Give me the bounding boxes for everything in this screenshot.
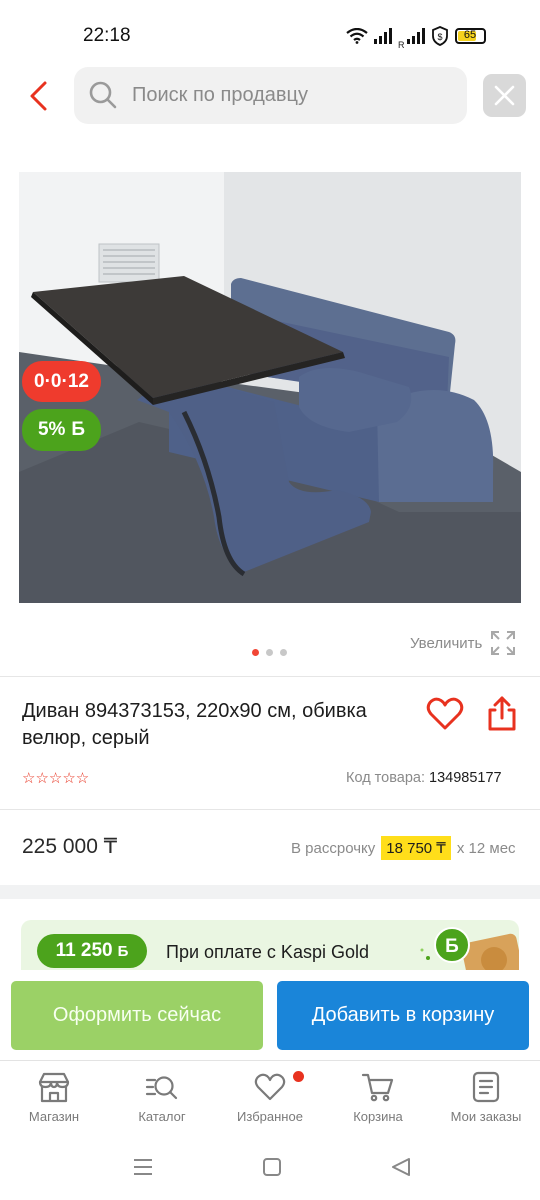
installment-prefix: В рассрочку (291, 839, 376, 857)
promo-bonus-symbol: Б (117, 942, 129, 960)
status-icons: R $ 65 (346, 22, 486, 50)
section-separator (0, 885, 540, 899)
tab-favorites[interactable]: Избранное (220, 1071, 320, 1124)
product-sku: Код товара: 134985177 (346, 770, 502, 786)
home-icon[interactable] (262, 1157, 282, 1177)
installment-badge: 0·0·12 (22, 361, 101, 402)
notification-dot (293, 1071, 304, 1082)
installment-monthly: 18 750 ₸ (381, 836, 451, 860)
heart-icon (426, 697, 464, 730)
close-icon (494, 85, 515, 106)
tab-label: Магазин (28, 1109, 80, 1124)
buy-now-button[interactable]: Оформить сейчас (11, 981, 263, 1050)
favorite-button[interactable] (425, 694, 465, 734)
share-icon (488, 696, 516, 731)
tab-catalog[interactable]: Каталог (112, 1071, 212, 1124)
divider (0, 809, 540, 810)
add-to-cart-button[interactable]: Добавить в корзину (277, 981, 529, 1050)
wifi-icon (346, 28, 368, 44)
zoom-label: Увеличить (410, 634, 483, 652)
tab-label: Корзина (353, 1109, 403, 1124)
rating-stars: ☆☆☆☆☆ (22, 770, 90, 787)
back-button[interactable] (20, 76, 60, 116)
installment-suffix: x 12 мес (456, 839, 516, 857)
close-button[interactable] (483, 74, 526, 117)
status-time: 22:18 (83, 25, 131, 46)
zoom-link[interactable]: Увеличить (410, 630, 516, 656)
status-bar: 22:18 R $ 65 (0, 0, 540, 62)
gallery-pager (252, 649, 287, 656)
pager-dot (266, 649, 273, 656)
battery-level: 65 (463, 29, 477, 41)
pager-dot (252, 649, 259, 656)
search-icon (89, 81, 117, 109)
expand-icon (491, 631, 516, 655)
search-box[interactable] (74, 67, 467, 124)
battery-icon: 65 (454, 28, 486, 44)
product-title: Диван 894373153, 220x90 см, обивка велюр… (22, 700, 367, 749)
search-input[interactable] (132, 67, 452, 124)
heart-icon (254, 1073, 286, 1101)
system-back-icon[interactable] (390, 1157, 412, 1177)
kaspi-gold-promo[interactable]: 11 250 Б При оплате с Kaspi Gold Б (21, 920, 519, 970)
promo-bonus-amount: 11 250 (55, 940, 113, 961)
tab-shop[interactable]: Магазин (4, 1071, 104, 1124)
pager-dot (280, 649, 287, 656)
signal-roaming-label: R (398, 40, 405, 50)
back-icon (30, 81, 47, 111)
installment-info: В рассрочку 18 750 ₸ x 12 мес (291, 836, 516, 860)
vpn-shield-icon: $ (431, 26, 448, 46)
bonus-badge: 5% Б (22, 409, 101, 451)
tab-label: Мои заказы (450, 1109, 522, 1124)
bonus-badge-percent: 5% (37, 419, 66, 440)
sku-value: 134985177 (429, 770, 502, 786)
sku-label: Код товара: (346, 770, 425, 786)
svg-text:Б: Б (445, 936, 459, 957)
bottom-tab-bar: Магазин Каталог Избранное Корзина Мои за… (0, 1060, 540, 1141)
promo-bonus-pill: 11 250 Б (37, 934, 147, 968)
signal-icon (374, 28, 392, 44)
tab-label: Каталог (138, 1109, 186, 1124)
recents-icon[interactable] (132, 1157, 154, 1177)
bonus-badge-symbol: Б (71, 419, 86, 440)
cart-icon (361, 1073, 394, 1102)
shop-icon (38, 1072, 70, 1103)
signal-roaming-icon (406, 28, 425, 44)
svg-text:$: $ (437, 32, 442, 42)
tab-cart[interactable]: Корзина (328, 1071, 428, 1124)
catalog-icon (145, 1076, 178, 1100)
divider (0, 676, 540, 677)
system-navigation (0, 1145, 540, 1200)
orders-icon (472, 1071, 500, 1103)
promo-text: При оплате с Kaspi Gold (166, 942, 369, 962)
tab-label: Избранное (237, 1109, 303, 1124)
product-price: 225 000 ₸ (22, 835, 118, 858)
kaspi-gold-card-icon: Б (420, 927, 519, 970)
tab-orders[interactable]: Мои заказы (436, 1071, 536, 1124)
share-button[interactable] (483, 694, 521, 734)
